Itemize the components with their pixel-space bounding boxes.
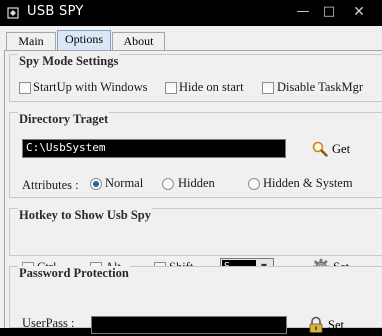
hotkey-group: Hotkey to Show Usb Spy: [9, 208, 382, 256]
usb-app-icon: [7, 7, 19, 19]
spy-mode-title: Spy Mode Settings: [18, 54, 120, 69]
password-set-button[interactable]: Set: [307, 314, 357, 336]
password-title: Password Protection: [18, 266, 130, 281]
tab-main[interactable]: Main: [6, 32, 56, 50]
userpass-input[interactable]: [91, 316, 287, 334]
startup-checkbox[interactable]: [19, 82, 31, 94]
disable-taskmgr-label: Disable TaskMgr: [277, 80, 364, 94]
attr-hidden-system-radio[interactable]: [248, 178, 260, 190]
lock-icon: [309, 316, 323, 333]
directory-path-input[interactable]: C:\UsbSystem: [22, 139, 286, 158]
attr-normal-radio[interactable]: [90, 178, 102, 190]
directory-title: Directory Traget: [18, 112, 110, 127]
hide-on-start-checkbox[interactable]: [165, 82, 177, 94]
attr-hidden-system-label: Hidden & System: [263, 176, 353, 190]
maximize-icon[interactable]: □: [318, 3, 340, 21]
tab-about[interactable]: About: [112, 32, 165, 50]
minimize-icon[interactable]: —: [292, 3, 314, 21]
usb-spy-window: USB SPY — □ ✕ Main About Options Spy Mod…: [0, 0, 382, 334]
get-button[interactable]: Get: [311, 138, 361, 160]
attr-normal-label: Normal: [105, 176, 144, 190]
get-label: Get: [332, 142, 351, 156]
attr-hidden-radio[interactable]: [162, 178, 174, 190]
client-area: Main About Options Spy Mode Settings Sta…: [0, 26, 382, 334]
window-title: USB SPY: [27, 4, 84, 19]
hotkey-title: Hotkey to Show Usb Spy: [18, 208, 152, 223]
tab-options[interactable]: Options: [57, 30, 111, 50]
startup-label: StartUp with Windows: [33, 80, 148, 94]
attributes-label: Attributes :: [22, 178, 79, 192]
close-icon[interactable]: ✕: [348, 3, 370, 21]
disable-taskmgr-checkbox[interactable]: [262, 82, 274, 94]
hide-on-start-label: Hide on start: [179, 80, 244, 94]
attr-hidden-label: Hidden: [178, 176, 215, 190]
search-icon: [312, 141, 328, 157]
password-set-label: Set: [328, 318, 344, 332]
userpass-label: UserPass :: [22, 316, 75, 330]
title-bar[interactable]: USB SPY — □ ✕: [0, 0, 382, 26]
